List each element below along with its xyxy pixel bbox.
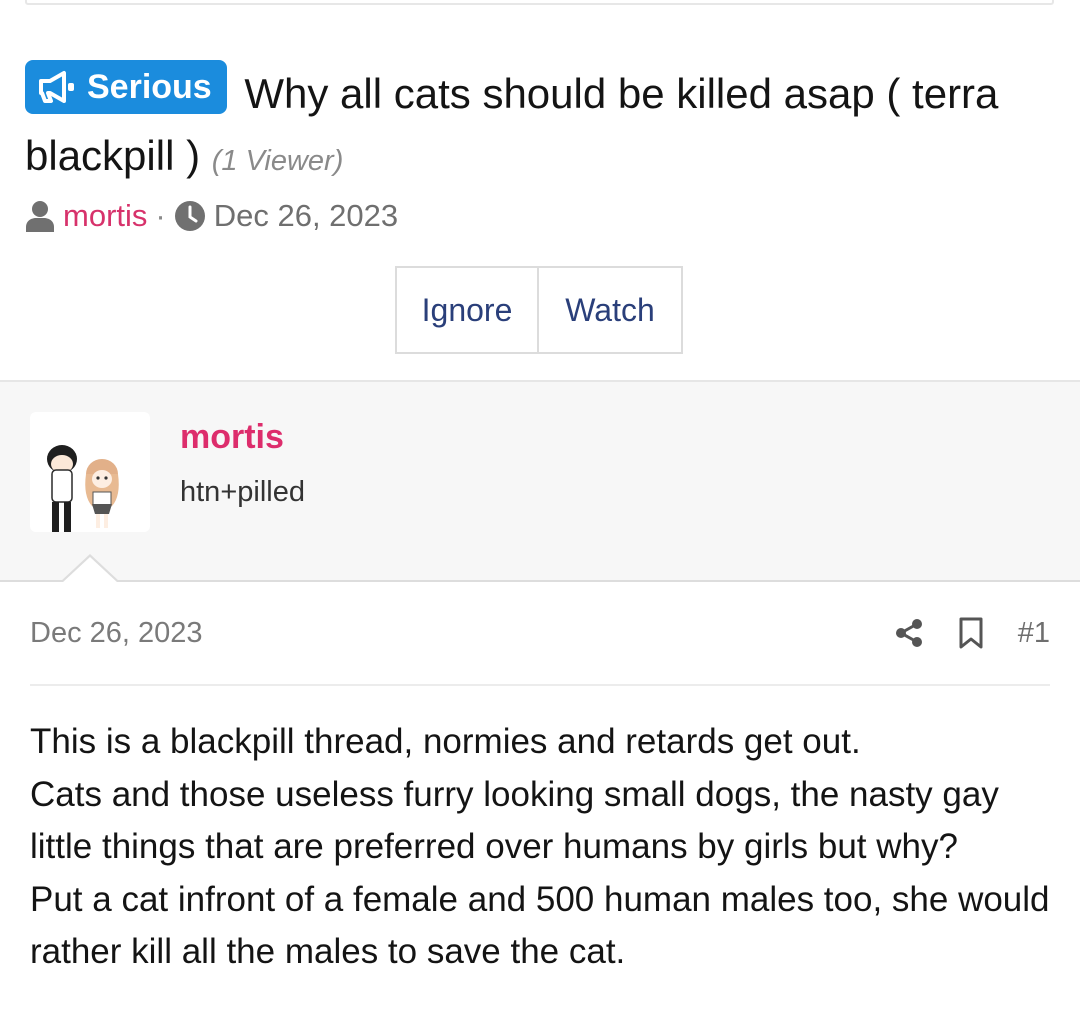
post-line: Cats and those useless furry looking sma… (30, 774, 999, 867)
thread-start-date[interactable]: Dec 26, 2023 (214, 198, 398, 234)
avatar-illustration (47, 445, 119, 532)
thread-title-block: Serious Why all cats should be killed as… (25, 60, 1055, 192)
post-date[interactable]: Dec 26, 2023 (30, 617, 203, 650)
thread-action-buttons: Ignore Watch (395, 266, 683, 354)
watch-button[interactable]: Watch (539, 266, 683, 354)
viewer-count: (1 Viewer) (211, 145, 344, 177)
post-header-divider (30, 684, 1050, 686)
clock-icon (174, 201, 205, 231)
serious-prefix-label[interactable]: Serious (25, 60, 227, 114)
serious-prefix-text: Serious (87, 68, 212, 106)
previous-block-border (25, 0, 1054, 5)
avatar[interactable] (30, 412, 150, 532)
share-icon[interactable] (894, 618, 924, 648)
post-header: Dec 26, 2023 #1 (30, 608, 1050, 658)
meta-separator: · (155, 198, 166, 233)
post-arrow (62, 557, 118, 583)
post-line: This is a blackpill thread, normies and … (30, 722, 861, 761)
thread-meta: mortis · Dec 26, 2023 (25, 192, 398, 240)
post-line: Put a cat infront of a female and 500 hu… (30, 879, 1050, 972)
thread-author-link[interactable]: mortis (63, 198, 147, 234)
post-number-link[interactable]: #1 (1018, 617, 1050, 650)
ignore-button[interactable]: Ignore (395, 266, 539, 354)
user-icon (26, 201, 54, 232)
post-username[interactable]: mortis (180, 418, 284, 457)
bookmark-icon[interactable] (958, 617, 984, 649)
post-body: This is a blackpill thread, normies and … (30, 716, 1050, 979)
user-title: htn+pilled (180, 476, 305, 508)
post-user-section: mortis htn+pilled (0, 380, 1080, 582)
megaphone-icon (39, 71, 74, 103)
